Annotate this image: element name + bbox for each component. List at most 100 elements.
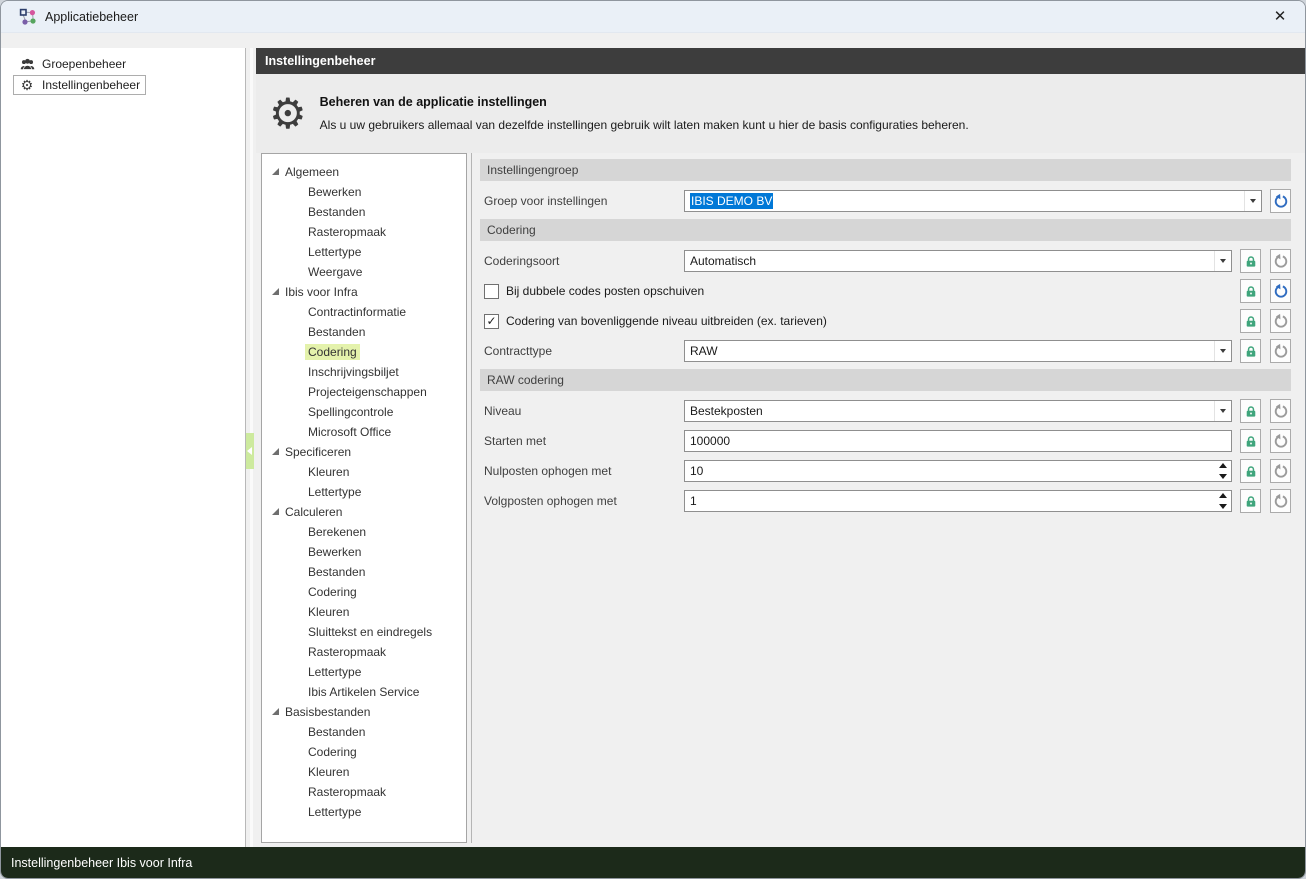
undo-icon (1273, 193, 1289, 209)
volgposten-ophogen-met-lock-button[interactable] (1240, 489, 1261, 513)
volgposten-ophogen-met-input[interactable]: 1 (684, 490, 1232, 512)
volgposten-ophogen-met-spin-up-button[interactable] (1215, 492, 1231, 500)
niveau-lock-button[interactable] (1240, 399, 1261, 423)
coderingsoort-combobox[interactable]: Automatisch (684, 250, 1232, 272)
gear-icon: ⚙ (20, 77, 34, 93)
field-niveau: Niveau Bestekposten (480, 399, 1291, 423)
dropdown-button[interactable] (1214, 251, 1231, 271)
sidebar-item-groepenbeheer[interactable]: Groepenbeheer (13, 54, 132, 74)
tree-node-basisbestanden-rasteropmaak[interactable]: Rasteropmaak (262, 782, 466, 802)
tree-node-basisbestanden-lettertype[interactable]: Lettertype (262, 802, 466, 822)
tree-node-basisbestanden-bestanden[interactable]: Bestanden (262, 722, 466, 742)
contracttype-combobox[interactable]: RAW (684, 340, 1232, 362)
tree-node-ibis-voor-infra-spellingcontrole[interactable]: Spellingcontrole (262, 402, 466, 422)
tree-node-ibis-voor-infra-codering[interactable]: Codering (262, 342, 466, 362)
tree-node-label: Codering (308, 585, 357, 599)
expander-icon[interactable] (272, 167, 279, 175)
nulposten-ophogen-met-input[interactable]: 10 (684, 460, 1232, 482)
checkbox-label: Codering van bovenliggende niveau uitbre… (506, 314, 827, 328)
section-header-codering: Codering (480, 219, 1291, 241)
tree-node-basisbestanden-codering[interactable]: Codering (262, 742, 466, 762)
tree-node-ibis-voor-infra[interactable]: Ibis voor Infra (262, 282, 466, 302)
codering-van-bovenliggende-niveau-uitbreiden-ex-tarieven-checkbox[interactable]: ✓ (484, 313, 499, 329)
tree-node-basisbestanden[interactable]: Basisbestanden (262, 702, 466, 722)
coderingsoort-lock-button[interactable] (1240, 249, 1261, 273)
chevron-down-icon (1220, 349, 1226, 353)
tree-node-algemeen-rasteropmaak[interactable]: Rasteropmaak (262, 222, 466, 242)
groep-voor-instellingen-combobox[interactable]: IBIS DEMO BV (684, 190, 1262, 212)
expander-icon[interactable] (272, 287, 279, 295)
tree-node-calculeren-codering[interactable]: Codering (262, 582, 466, 602)
sidebar-item-label: Instellingenbeheer (42, 78, 141, 92)
expander-icon[interactable] (272, 507, 279, 515)
field-label: Niveau (484, 404, 522, 418)
nulposten-ophogen-met-lock-button[interactable] (1240, 459, 1261, 483)
tree-node-calculeren-bestanden[interactable]: Bestanden (262, 562, 466, 582)
tree-node-label: Calculeren (285, 505, 343, 519)
nulposten-ophogen-met-spin-up-button[interactable] (1215, 462, 1231, 470)
volgposten-ophogen-met-undo-button[interactable] (1270, 489, 1291, 513)
tree-node-calculeren-lettertype[interactable]: Lettertype (262, 662, 466, 682)
tree-node-algemeen[interactable]: Algemeen (262, 162, 466, 182)
tree-node-algemeen-bestanden[interactable]: Bestanden (262, 202, 466, 222)
tree-node-ibis-voor-infra-contractinformatie[interactable]: Contractinformatie (262, 302, 466, 322)
starten-met-undo-button[interactable] (1270, 429, 1291, 453)
tree-node-specificeren[interactable]: Specificeren (262, 442, 466, 462)
dropdown-button[interactable] (1214, 401, 1231, 421)
tree-node-label: Algemeen (285, 165, 340, 179)
bij-dubbele-codes-posten-opschuiven-lock-button[interactable] (1240, 279, 1261, 303)
starten-met-lock-button[interactable] (1240, 429, 1261, 453)
bij-dubbele-codes-posten-opschuiven-undo-button[interactable] (1270, 279, 1291, 303)
nulposten-ophogen-met-spin-down-button[interactable] (1215, 473, 1231, 481)
groep-voor-instellingen-undo-button[interactable] (1270, 189, 1291, 213)
tree-node-ibis-voor-infra-projecteigenschappen[interactable]: Projecteigenschappen (262, 382, 466, 402)
spin-down-icon (1219, 504, 1227, 509)
tree-node-calculeren-kleuren[interactable]: Kleuren (262, 602, 466, 622)
tree-node-basisbestanden-kleuren[interactable]: Kleuren (262, 762, 466, 782)
close-button[interactable]: ✕ (1265, 5, 1295, 29)
tree-node-ibis-voor-infra-inschrijvingsbiljet[interactable]: Inschrijvingsbiljet (262, 362, 466, 382)
input-value: RAW (690, 344, 718, 358)
starten-met-input[interactable]: 100000 (684, 430, 1232, 452)
dropdown-button[interactable] (1244, 191, 1261, 211)
tree-node-calculeren[interactable]: Calculeren (262, 502, 466, 522)
expander-icon[interactable] (272, 707, 279, 715)
nulposten-ophogen-met-undo-button[interactable] (1270, 459, 1291, 483)
field-volgposten-ophogen-met: Volgposten ophogen met 1 (480, 489, 1291, 513)
undo-icon (1273, 313, 1289, 329)
niveau-undo-button[interactable] (1270, 399, 1291, 423)
tree-node-algemeen-bewerken[interactable]: Bewerken (262, 182, 466, 202)
tree-node-label: Lettertype (308, 485, 362, 499)
niveau-combobox[interactable]: Bestekposten (684, 400, 1232, 422)
contracttype-undo-button[interactable] (1270, 339, 1291, 363)
bij-dubbele-codes-posten-opschuiven-checkbox[interactable] (484, 283, 499, 299)
tree-node-calculeren-bewerken[interactable]: Bewerken (262, 542, 466, 562)
tree-node-algemeen-lettertype[interactable]: Lettertype (262, 242, 466, 262)
tree-node-specificeren-kleuren[interactable]: Kleuren (262, 462, 466, 482)
codering-van-bovenliggende-niveau-uitbreiden-ex-tarieven-lock-button[interactable] (1240, 309, 1261, 333)
codering-van-bovenliggende-niveau-uitbreiden-ex-tarieven-undo-button[interactable] (1270, 309, 1291, 333)
tree-node-algemeen-weergave[interactable]: Weergave (262, 262, 466, 282)
sidebar-item-instellingenbeheer[interactable]: ⚙ Instellingenbeheer (13, 75, 147, 95)
statusbar: Instellingenbeheer Ibis voor Infra (1, 847, 1305, 878)
settings-tree: Algemeen Bewerken Bestanden Rasteropmaak Let… (261, 153, 467, 843)
tree-node-calculeren-berekenen[interactable]: Berekenen (262, 522, 466, 542)
tree-node-label: Basisbestanden (285, 705, 371, 719)
tree-node-specificeren-lettertype[interactable]: Lettertype (262, 482, 466, 502)
coderingsoort-undo-button[interactable] (1270, 249, 1291, 273)
tree-node-label: Inschrijvingsbiljet (308, 365, 399, 379)
input-value: Automatisch (690, 254, 757, 268)
volgposten-ophogen-met-spin-down-button[interactable] (1215, 503, 1231, 511)
tree-node-calculeren-sluittekst-en-eindregels[interactable]: Sluittekst en eindregels (262, 622, 466, 642)
splitter[interactable] (246, 48, 256, 847)
contracttype-lock-button[interactable] (1240, 339, 1261, 363)
tree-node-calculeren-ibis-artikelen-service[interactable]: Ibis Artikelen Service (262, 682, 466, 702)
dropdown-button[interactable] (1214, 341, 1231, 361)
section-header-raw-codering: RAW codering (480, 369, 1291, 391)
chevron-down-icon (1220, 259, 1226, 263)
tree-node-ibis-voor-infra-microsoft-office[interactable]: Microsoft Office (262, 422, 466, 442)
expander-icon[interactable] (272, 447, 279, 455)
tree-node-label: Microsoft Office (308, 425, 392, 439)
tree-node-calculeren-rasteropmaak[interactable]: Rasteropmaak (262, 642, 466, 662)
tree-node-ibis-voor-infra-bestanden[interactable]: Bestanden (262, 322, 466, 342)
